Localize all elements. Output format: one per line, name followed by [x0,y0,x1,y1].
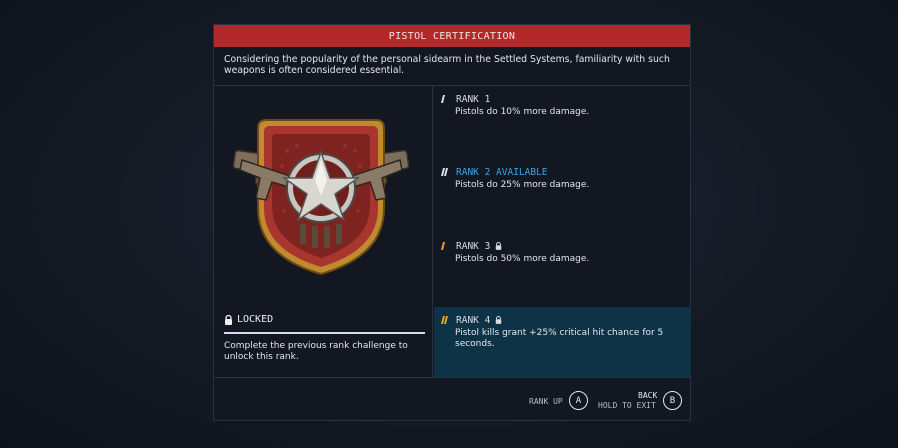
rank-title: RANK 2 AVAILABLE [456,166,548,178]
rank-bars-icon [441,316,451,324]
rank-description: Pistols do 25% more damage. [455,180,590,190]
lock-icon [496,242,502,250]
rank-up-button[interactable]: A [569,391,588,410]
lock-status-label: LOCKED [237,314,274,325]
skill-badge-icon [232,119,410,276]
panel-title: PISTOL CERTIFICATION [388,30,516,42]
rank-bars-icon [441,95,451,103]
lock-status-description: Complete the previous rank challenge to … [224,341,408,362]
a-button-glyph: A [575,395,582,406]
skill-panel: PISTOL CERTIFICATION Considering the pop… [213,24,692,421]
rank-item-4[interactable]: RANK 4 Pistol kills grant +25% critical … [434,307,691,377]
lock-divider [224,332,425,334]
rank-item-2[interactable]: RANK 2 AVAILABLE Pistols do 25% more dam… [434,166,691,191]
button-prompts: RANK UP A BACK HOLD TO EXIT B [214,377,692,421]
rank-item-3[interactable]: RANK 3 Pistols do 50% more damage. [434,240,691,265]
rank-item-1[interactable]: RANK 1 Pistols do 10% more damage. [434,93,691,118]
rank-description: Pistols do 10% more damage. [455,107,590,117]
lock-status: LOCKED [224,314,425,325]
back-label: BACK [638,391,658,400]
rank-description: Pistol kills grant +25% critical hit cha… [455,328,664,349]
skill-description: Considering the popularity of the person… [214,47,690,86]
rank-title: RANK 3 [456,240,491,252]
rank-title: RANK 1 [456,93,491,105]
hold-to-exit-label: HOLD TO EXIT [598,401,656,410]
rank-description: Pistols do 50% more damage. [455,254,590,264]
rank-bars-icon [441,242,451,250]
rank-up-label: RANK UP [529,397,563,406]
lock-icon [225,314,232,325]
skill-content: LOCKED Complete the previous rank challe… [214,86,692,377]
panel-title-bar: PISTOL CERTIFICATION [214,25,690,47]
back-button[interactable]: B [663,391,682,410]
lock-icon [496,316,502,324]
b-button-glyph: B [669,395,676,406]
skill-badge-area: LOCKED Complete the previous rank challe… [214,86,433,377]
rank-list: RANK 1 Pistols do 10% more damage. RANK … [434,86,691,377]
rank-title: RANK 4 [456,314,491,326]
rank-bars-icon [441,168,451,176]
